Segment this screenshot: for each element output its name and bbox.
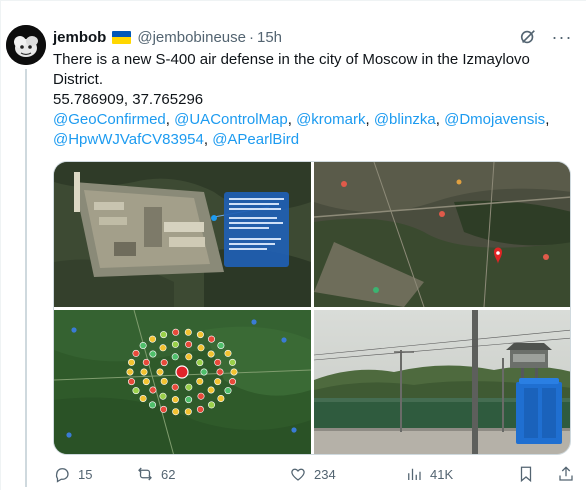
tweet-header: jembob @jembobineuse · 15h (53, 27, 282, 47)
mention-link[interactable]: @APearlBird (212, 131, 299, 148)
media-grid (53, 161, 571, 455)
tweet-card[interactable]: jembob @jembobineuse · 15h ··· There is … (0, 0, 586, 490)
bookmark-icon (520, 466, 532, 483)
reply-icon (55, 468, 69, 483)
views-count: 41K (430, 466, 454, 482)
mentions-line-2: @HpwWJVafCV83954, @APearlBird (53, 131, 300, 148)
author-avatar[interactable] (6, 25, 46, 65)
map-markers-image[interactable] (54, 310, 311, 454)
thread-line (25, 69, 27, 487)
repost-count: 62 (161, 466, 176, 482)
author-name[interactable]: jembob (53, 29, 106, 46)
tweet-text: There is a new S-400 air defense in the … (53, 50, 573, 150)
tweet-timestamp[interactable]: 15h (257, 29, 282, 46)
tweet-text-line-1: There is a new S-400 air defense in the … (53, 51, 530, 68)
tweet-actions: 15 62 234 41K (53, 463, 573, 485)
heart-icon (291, 468, 305, 481)
share-icon (559, 466, 573, 481)
like-count: 234 (314, 466, 336, 482)
header-actions: ··· (518, 27, 572, 47)
mention-link[interactable]: @UAControlMap (174, 111, 288, 128)
views-chart-icon (408, 468, 421, 480)
reply-count: 15 (78, 466, 93, 482)
share-button[interactable] (557, 463, 575, 485)
mention-link[interactable]: @Dmojavensis (444, 111, 545, 128)
repost-icon (138, 467, 152, 481)
street-photo-image[interactable] (314, 310, 570, 454)
mention-link[interactable]: @blinzka (374, 111, 436, 128)
like-button[interactable]: 234 (289, 463, 336, 485)
repost-button[interactable]: 62 (136, 463, 175, 485)
satellite-closeup-image[interactable] (54, 162, 311, 307)
satellite-map-image[interactable] (314, 162, 570, 307)
author-handle[interactable]: @jembobineuse (137, 29, 246, 46)
tweet-text-line-2: District. (53, 71, 103, 88)
bookmark-button[interactable] (517, 463, 535, 485)
mentions-line-1: @GeoConfirmed, @UAControlMap, @kromark, … (53, 111, 550, 128)
grok-icon[interactable] (518, 27, 538, 47)
more-options-icon[interactable]: ··· (552, 27, 572, 47)
tweet-coordinates: 55.786909, 37.765296 (53, 91, 204, 108)
ukraine-flag-icon (112, 30, 132, 44)
separator-dot: · (248, 28, 254, 46)
mention-link[interactable]: @GeoConfirmed (53, 111, 166, 128)
views-button[interactable]: 41K (405, 463, 453, 485)
mention-link[interactable]: @kromark (296, 111, 365, 128)
mention-link[interactable]: @HpwWJVafCV83954 (53, 131, 204, 148)
reply-button[interactable]: 15 (53, 463, 92, 485)
